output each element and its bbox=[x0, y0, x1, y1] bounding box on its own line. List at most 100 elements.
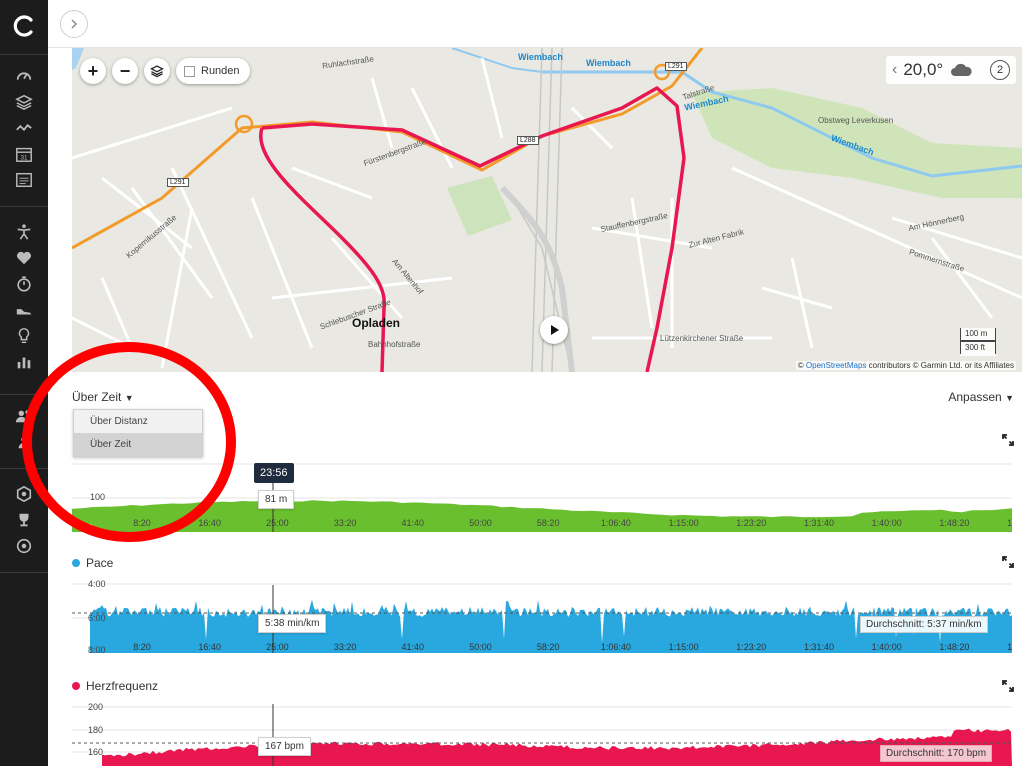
x-tick: 50:00 bbox=[469, 518, 492, 528]
people-icon[interactable] bbox=[14, 406, 34, 426]
pace-chart[interactable]: 4:00 6:00 8:00 8:20 16:40 25:00 33:20 41:40 5… bbox=[72, 577, 1012, 653]
garmin-connect-logo[interactable] bbox=[12, 14, 36, 38]
x-tick: 1:06:40 bbox=[601, 518, 631, 528]
x-tick: 25:00 bbox=[266, 642, 289, 652]
pace-legend-dot bbox=[72, 559, 80, 567]
pace-average: Durchschnitt: 5:37 min/km bbox=[860, 616, 988, 633]
y-tick: 6:00 bbox=[88, 613, 106, 623]
x-axis-mode-select[interactable]: Über Zeit ▼ bbox=[72, 390, 134, 404]
group-icon[interactable] bbox=[14, 432, 34, 452]
pace-tooltip: 5:38 min/km bbox=[258, 614, 327, 633]
y-tick: 160 bbox=[88, 747, 103, 757]
play-icon bbox=[551, 325, 559, 335]
stats-icon[interactable] bbox=[14, 352, 34, 372]
x-axis-mode-dropdown: Über Distanz Über Zeit bbox=[73, 409, 203, 457]
x-tick: 1:40:00 bbox=[872, 518, 902, 528]
sidebar: 31 bbox=[0, 0, 48, 772]
x-tick: 1:56:40 bbox=[1007, 642, 1012, 652]
x-tick: 58:20 bbox=[537, 518, 560, 528]
insights-icon[interactable] bbox=[14, 326, 34, 346]
road-tag: L288 bbox=[517, 136, 539, 145]
hr-average: Durchschnitt: 170 bpm bbox=[880, 745, 993, 762]
fullscreen-pace-icon[interactable] bbox=[1002, 556, 1014, 568]
scale-imperial: 300 ft bbox=[960, 341, 996, 354]
x-tick: 8:20 bbox=[133, 642, 151, 652]
runden-label: Runden bbox=[201, 65, 240, 77]
target-icon[interactable] bbox=[14, 536, 34, 556]
map-attribution: © OpenStreetMaps contributors © Garmin L… bbox=[795, 361, 1016, 370]
weather-count-badge: 2 bbox=[990, 60, 1010, 80]
x-tick: 33:20 bbox=[334, 518, 357, 528]
x-tick: 41:40 bbox=[402, 642, 425, 652]
y-zero-tick: 0 bbox=[88, 523, 93, 532]
x-tick: 50:00 bbox=[469, 642, 492, 652]
x-tick: 1:31:40 bbox=[804, 642, 834, 652]
trophy-icon[interactable] bbox=[14, 510, 34, 530]
expand-sidebar-button[interactable] bbox=[60, 10, 88, 38]
y-tick: 100 bbox=[90, 492, 105, 502]
x-tick: 1:56:40 bbox=[1007, 518, 1012, 528]
y-tick: 8:00 bbox=[88, 645, 106, 653]
x-tick: 1:23:20 bbox=[736, 518, 766, 528]
road-tag: L291 bbox=[665, 62, 687, 71]
option-time[interactable]: Über Zeit bbox=[74, 433, 202, 456]
x-tick: 1:06:40 bbox=[601, 642, 631, 652]
top-bar bbox=[48, 0, 1022, 48]
runden-checkbox[interactable] bbox=[184, 65, 195, 77]
play-route-button[interactable] bbox=[540, 316, 568, 344]
caret-down-icon: ▼ bbox=[124, 393, 134, 403]
calendar-icon[interactable]: 31 bbox=[14, 144, 34, 164]
x-tick: 16:40 bbox=[198, 642, 221, 652]
caret-down-icon: ▼ bbox=[1005, 393, 1014, 403]
temperature: 20,0° bbox=[903, 60, 944, 79]
fullscreen-hr-icon[interactable] bbox=[1002, 680, 1014, 692]
activity-icon[interactable] bbox=[14, 118, 34, 138]
badge-icon[interactable] bbox=[14, 484, 34, 504]
osm-link[interactable]: OpenStreetMaps bbox=[806, 361, 866, 370]
option-distance[interactable]: Über Distanz bbox=[74, 410, 202, 433]
hr-chart-title: Herzfrequenz bbox=[72, 679, 158, 693]
x-tick: 1:48:20 bbox=[939, 642, 969, 652]
weather-widget[interactable]: ‹ 20,0° 2 bbox=[886, 56, 1016, 84]
elevation-chart[interactable]: 200 100 8:2016:4025:0033:2041:4050:0058:… bbox=[72, 440, 1012, 532]
zoom-out-button[interactable]: − bbox=[112, 58, 138, 84]
customize-button[interactable]: Anpassen ▼ bbox=[948, 390, 1014, 404]
heart-rate-area bbox=[102, 728, 1012, 766]
x-tick: 1:23:20 bbox=[736, 642, 766, 652]
layers-icon[interactable] bbox=[14, 92, 34, 112]
scale-metric: 100 m bbox=[960, 328, 996, 341]
runden-toggle[interactable]: Runden bbox=[176, 58, 250, 84]
app-root: 31 Wiembach Wiembach Wiembach Wiembach O… bbox=[0, 0, 1022, 772]
bottom-strip bbox=[0, 766, 1022, 772]
x-tick: 16:40 bbox=[198, 518, 221, 528]
shoe-icon[interactable] bbox=[14, 300, 34, 320]
map-label: Lützenkirchener Straße bbox=[660, 334, 744, 343]
chevron-right-icon bbox=[71, 19, 78, 29]
heart-rate-chart[interactable]: 200 180 160 bbox=[72, 700, 1012, 766]
layers-icon bbox=[150, 65, 164, 78]
zoom-in-button[interactable]: + bbox=[80, 58, 106, 84]
x-tick: 33:20 bbox=[334, 642, 357, 652]
heart-icon[interactable] bbox=[14, 248, 34, 268]
x-tick: 1:31:40 bbox=[804, 518, 834, 528]
fitness-icon[interactable] bbox=[14, 222, 34, 242]
svg-text:31: 31 bbox=[20, 154, 28, 161]
x-tick: 8:20 bbox=[133, 518, 151, 528]
road-tag: L291 bbox=[167, 178, 189, 187]
map-city-label: Opladen bbox=[352, 316, 401, 330]
x-tick: 1:48:20 bbox=[939, 518, 969, 528]
route-map[interactable]: Wiembach Wiembach Wiembach Wiembach Opla… bbox=[72, 48, 1022, 372]
map-label: Wiembach bbox=[518, 52, 563, 62]
y-tick: 180 bbox=[88, 725, 103, 735]
x-tick: 1:15:00 bbox=[669, 518, 699, 528]
timer-icon[interactable] bbox=[14, 274, 34, 294]
x-tick: 1:15:00 bbox=[669, 642, 699, 652]
x-tick: 1:40:00 bbox=[872, 642, 902, 652]
layers-button[interactable] bbox=[144, 58, 170, 84]
map-scale: 100 m 300 ft bbox=[960, 328, 996, 356]
dashboard-icon[interactable] bbox=[14, 66, 34, 86]
chevron-left-icon[interactable]: ‹ bbox=[892, 61, 897, 79]
report-icon[interactable] bbox=[14, 170, 34, 190]
hr-legend-dot bbox=[72, 682, 80, 690]
tooltip-time: 23:56 bbox=[254, 463, 294, 483]
